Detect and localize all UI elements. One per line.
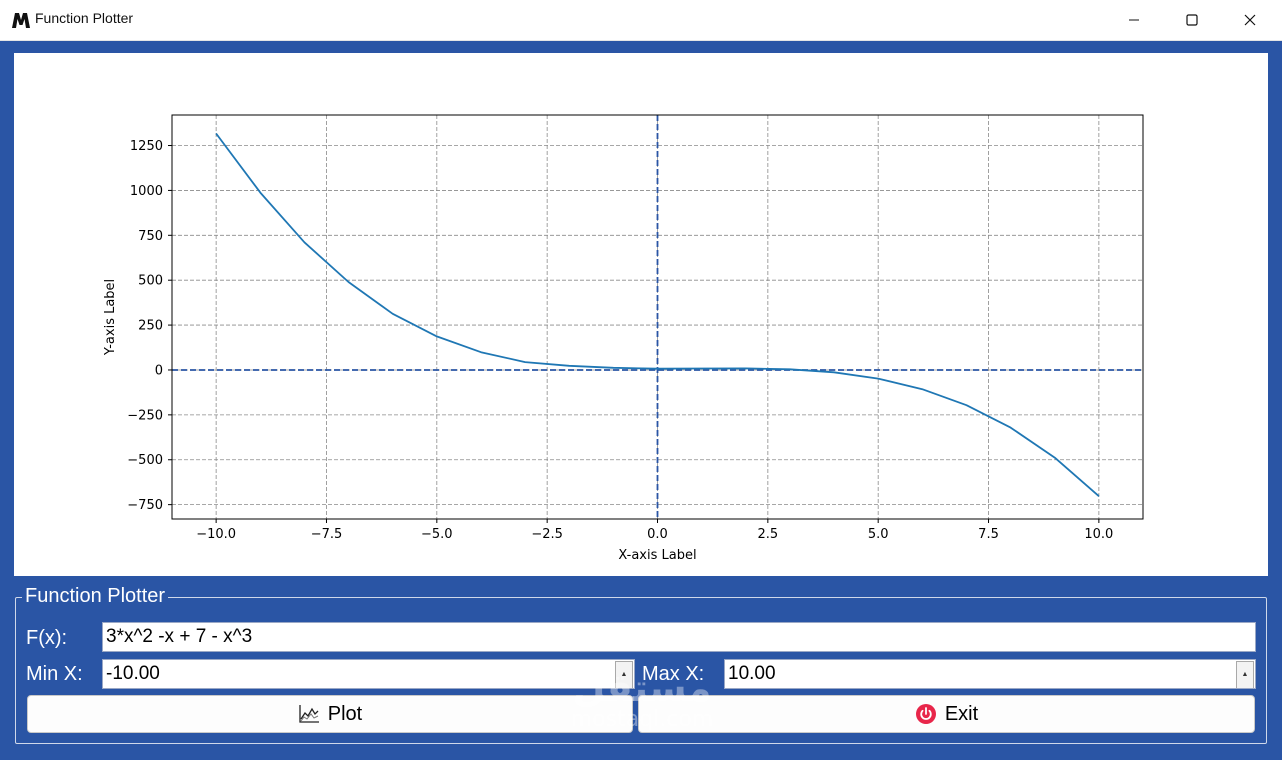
max-x-stepper[interactable]: ▲ ▼: [1236, 661, 1254, 688]
y-tick-label: 0: [155, 363, 163, 378]
y-tick-label: −500: [127, 453, 163, 468]
max-x-up-arrow-icon[interactable]: ▲: [1236, 661, 1254, 688]
minimize-button[interactable]: [1105, 0, 1163, 40]
y-tick-label: 750: [138, 229, 163, 244]
close-icon: [1244, 14, 1256, 26]
x-tick-label: −10.0: [196, 527, 236, 542]
y-tick-label: −250: [127, 408, 163, 423]
max-x-value: 10.00: [728, 663, 776, 684]
x-tick-label: 10.0: [1084, 527, 1113, 542]
min-x-spinbox[interactable]: -10.00 ▲ ▼: [102, 659, 635, 689]
min-x-stepper[interactable]: ▲ ▼: [615, 661, 633, 688]
close-button[interactable]: [1221, 0, 1279, 40]
x-tick-label: 0.0: [647, 527, 668, 542]
x-tick-label: −7.5: [311, 527, 343, 542]
max-x-spinbox[interactable]: 10.00 ▲ ▼: [724, 659, 1256, 689]
x-tick-label: 2.5: [757, 527, 778, 542]
function-chart: −10.0 −7.5 −5.0 −2.5 0.0 2.5 5.0 7.5 10.0 −750 −50…: [103, 114, 1144, 563]
y-tick-label: 1250: [130, 139, 163, 154]
exit-button-label: Exit: [944, 702, 979, 725]
plot-canvas: −10.0 −7.5 −5.0 −2.5 0.0 2.5 5.0 7.5 10.0 −750 −50…: [14, 53, 1268, 576]
title-bar: Function Plotter: [0, 0, 1282, 41]
group-title: Function Plotter: [22, 585, 169, 608]
x-axis-label: X-axis Label: [618, 548, 696, 563]
maximize-button[interactable]: [1163, 0, 1221, 40]
plot-button[interactable]: Plot: [27, 695, 633, 733]
function-input[interactable]: 3*x^2 -x + 7 - x^3: [102, 622, 1256, 652]
x-tick-label: −5.0: [421, 527, 453, 542]
exit-button[interactable]: Exit: [638, 695, 1255, 733]
min-x-value: -10.00: [106, 663, 160, 684]
fx-label: F(x):: [26, 627, 68, 649]
function-input-value: 3*x^2 -x + 7 - x^3: [106, 626, 253, 647]
plot-button-label: Plot: [327, 702, 363, 725]
y-tick-label: 500: [138, 274, 163, 289]
min-x-label: Min X:: [26, 663, 83, 685]
min-x-up-arrow-icon[interactable]: ▲: [615, 661, 633, 688]
y-tick-label: 1000: [130, 184, 163, 199]
x-tick-label: −2.5: [531, 527, 563, 542]
line-chart-icon: [298, 704, 320, 724]
x-tick-label: 5.0: [868, 527, 889, 542]
power-icon: [915, 703, 937, 725]
window-title: Function Plotter: [35, 10, 134, 26]
y-tick-label: 250: [138, 319, 163, 334]
y-axis-label: Y-axis Label: [103, 279, 118, 356]
y-tick-label: −750: [127, 498, 163, 513]
max-x-label: Max X:: [642, 663, 705, 685]
m-logo-icon: [12, 13, 30, 28]
minimize-icon: [1129, 19, 1139, 21]
maximize-icon: [1186, 14, 1198, 26]
x-tick-label: 7.5: [978, 527, 999, 542]
